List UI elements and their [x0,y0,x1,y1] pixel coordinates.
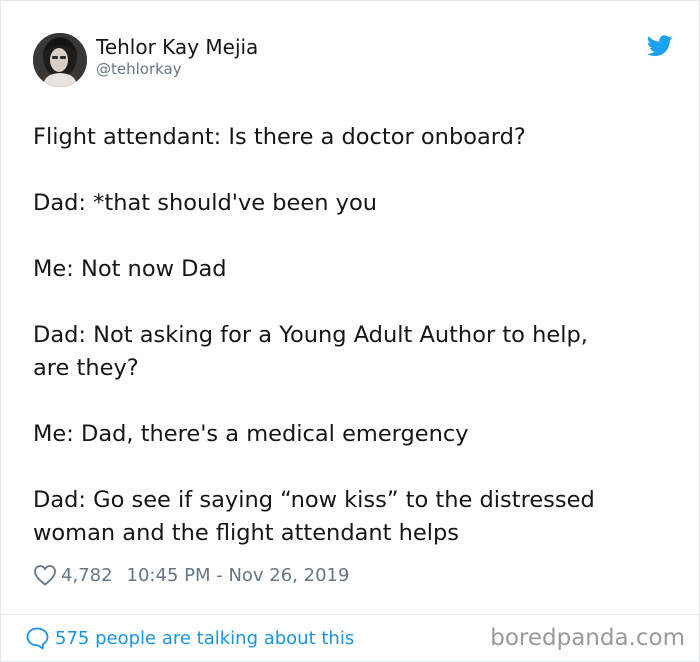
author-handle[interactable]: @tehlorkay [96,59,182,79]
tweet-paragraph: Me: Dad, there's a medical emergency [33,418,673,451]
tweet-card: Tehlor Kay Mejia @tehlorkay Flight atten… [0,0,700,662]
divider [1,614,699,615]
twitter-bird-icon[interactable] [647,35,673,57]
conversation-link[interactable]: 575 people are talking about this [25,625,354,651]
watermark: boredpanda.com [490,625,685,651]
tweet-line: Me: Not now Dad [33,256,227,282]
tweet-line: Dad: Not asking for a Young Adult Author… [33,322,588,348]
tweet-line: Flight attendant: Is there a doctor onbo… [33,124,526,150]
tweet-line: Dad: *that should've been you [33,190,377,216]
conversation-link-text[interactable]: 575 people are talking about this [55,628,354,649]
heart-icon[interactable] [33,564,57,586]
tweet-line: Me: Dad, there's a medical emergency [33,421,469,447]
tweet-body: Flight attendant: Is there a doctor onbo… [33,121,673,583]
tweet-header: Tehlor Kay Mejia @tehlorkay [33,33,673,89]
tweet-paragraph: Flight attendant: Is there a doctor onbo… [33,121,673,154]
tweet-paragraph: Dad: Go see if saying “now kiss” to the … [33,484,673,550]
author-name[interactable]: Tehlor Kay Mejia [96,35,258,59]
speech-bubble-icon [26,627,49,650]
like-count[interactable]: 4,782 [61,565,113,586]
avatar[interactable] [33,33,87,87]
tweet-paragraph: Dad: *that should've been you [33,187,673,220]
tweet-paragraph: Me: Not now Dad [33,253,673,286]
tweet-meta: 4,782 10:45 PM - Nov 26, 2019 [33,562,349,588]
tweet-paragraph: Dad: Not asking for a Young Adult Author… [33,319,673,385]
tweet-line: are they? [33,355,139,381]
tweet-line: Dad: Go see if saying “now kiss” to the … [33,487,595,513]
tweet-line: woman and the flight attendant helps [33,520,459,546]
tweet-timestamp[interactable]: 10:45 PM - Nov 26, 2019 [127,565,350,586]
